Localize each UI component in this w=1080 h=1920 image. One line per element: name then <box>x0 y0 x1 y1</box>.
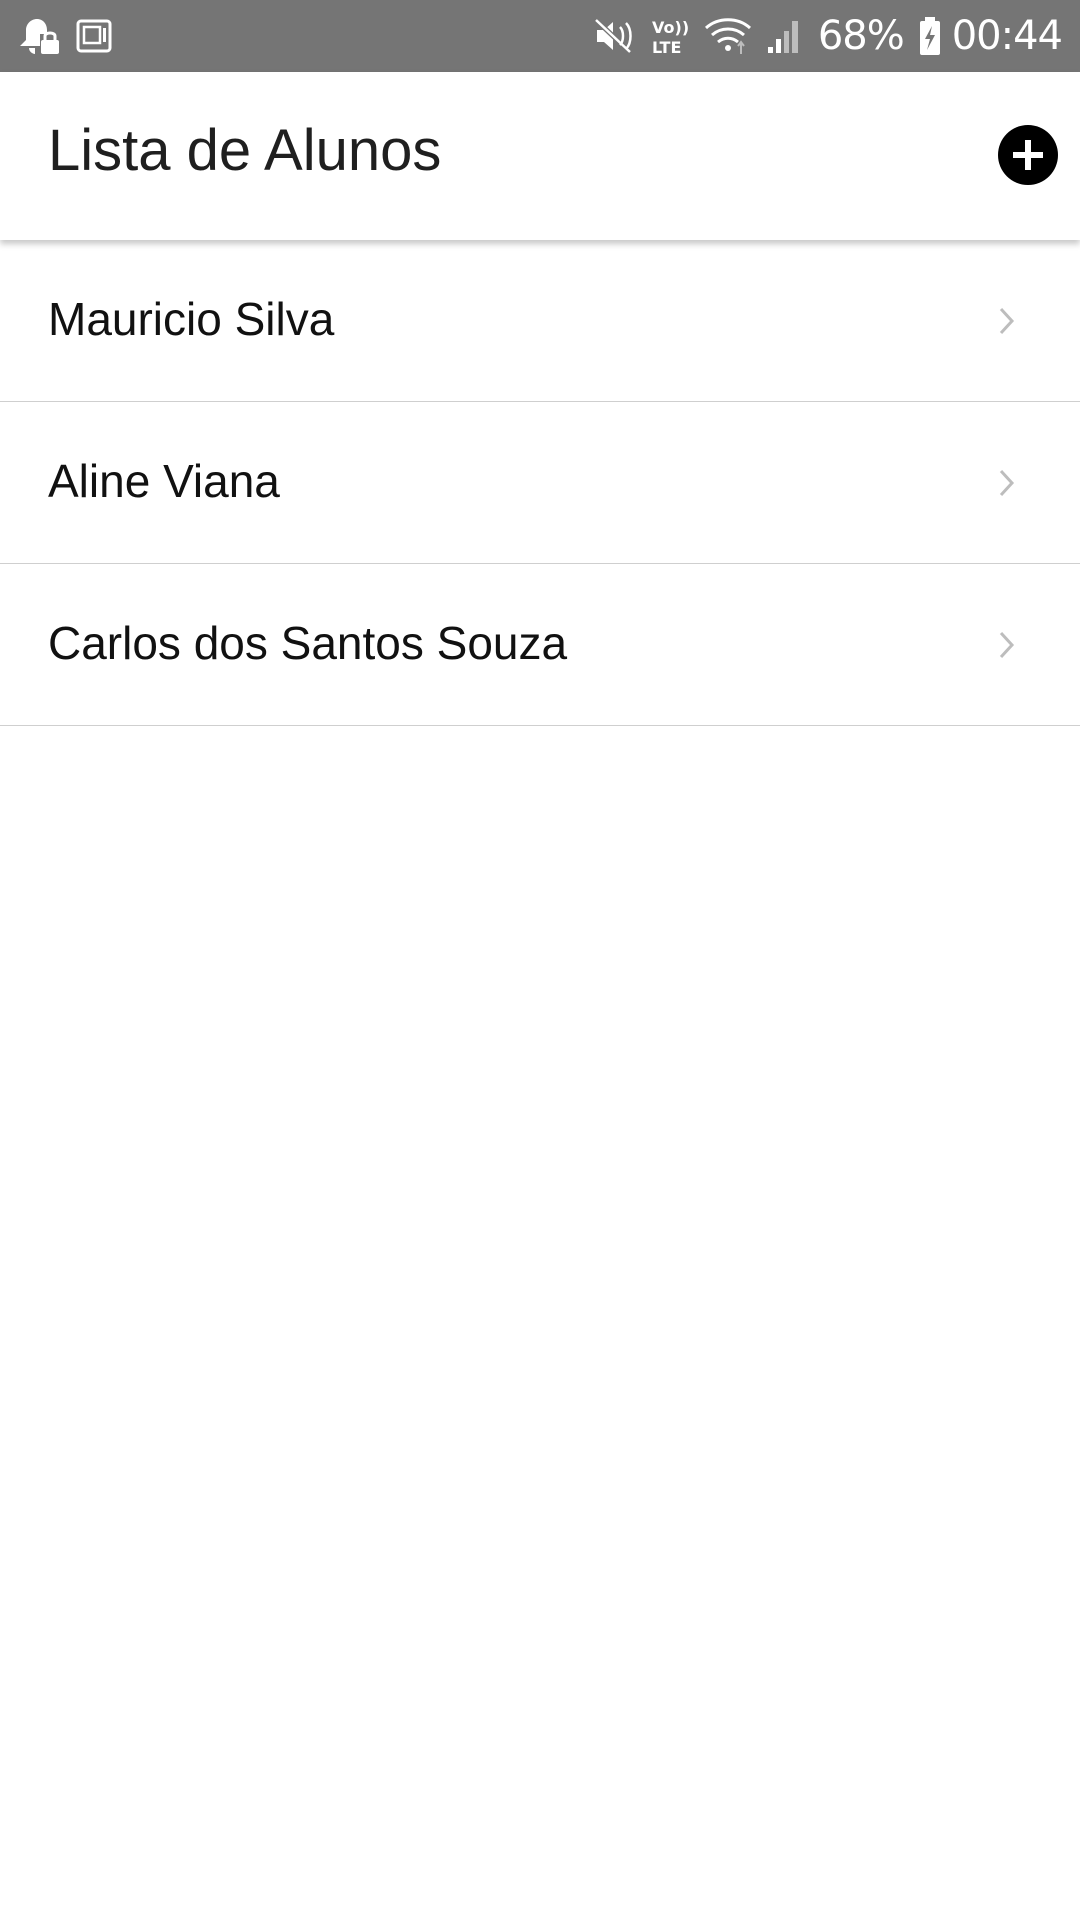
svg-text:Vo)): Vo)) <box>652 18 689 37</box>
student-list: Mauricio Silva Aline Viana Carlos dos Sa… <box>0 240 1080 726</box>
wifi-icon <box>704 16 752 56</box>
add-student-button[interactable] <box>998 125 1058 185</box>
volte-lte-icon: Vo)) LTE <box>650 16 690 56</box>
battery-percent: 68% <box>817 13 905 59</box>
signal-icon <box>766 17 804 55</box>
list-item[interactable]: Aline Viana <box>0 402 1080 564</box>
status-left-icons <box>16 16 126 56</box>
screen: Vo)) LTE 68% 00:44 Lista de Alunos Mauri… <box>0 0 1080 1920</box>
chevron-right-icon <box>997 630 1017 660</box>
status-bar: Vo)) LTE 68% 00:44 <box>0 0 1080 72</box>
chevron-right-icon <box>997 468 1017 498</box>
student-name: Aline Viana <box>48 455 280 507</box>
notification-bell-lock-icon <box>16 16 62 56</box>
clock: 00:44 <box>951 13 1063 59</box>
list-item[interactable]: Carlos dos Santos Souza <box>0 564 1080 726</box>
student-name: Mauricio Silva <box>48 293 335 345</box>
plus-circle-icon <box>1013 140 1043 170</box>
page-title: Lista de Alunos <box>48 118 442 183</box>
status-right-icons: Vo)) LTE 68% 00:44 <box>580 13 1063 59</box>
app-header: Lista de Alunos <box>0 72 1080 240</box>
svg-text:LTE: LTE <box>652 38 681 56</box>
mute-icon <box>594 17 636 55</box>
storage-card-icon <box>76 18 112 54</box>
student-name: Carlos dos Santos Souza <box>48 617 568 669</box>
chevron-right-icon <box>997 306 1017 336</box>
list-item[interactable]: Mauricio Silva <box>0 240 1080 402</box>
battery-charging-icon <box>918 16 942 56</box>
